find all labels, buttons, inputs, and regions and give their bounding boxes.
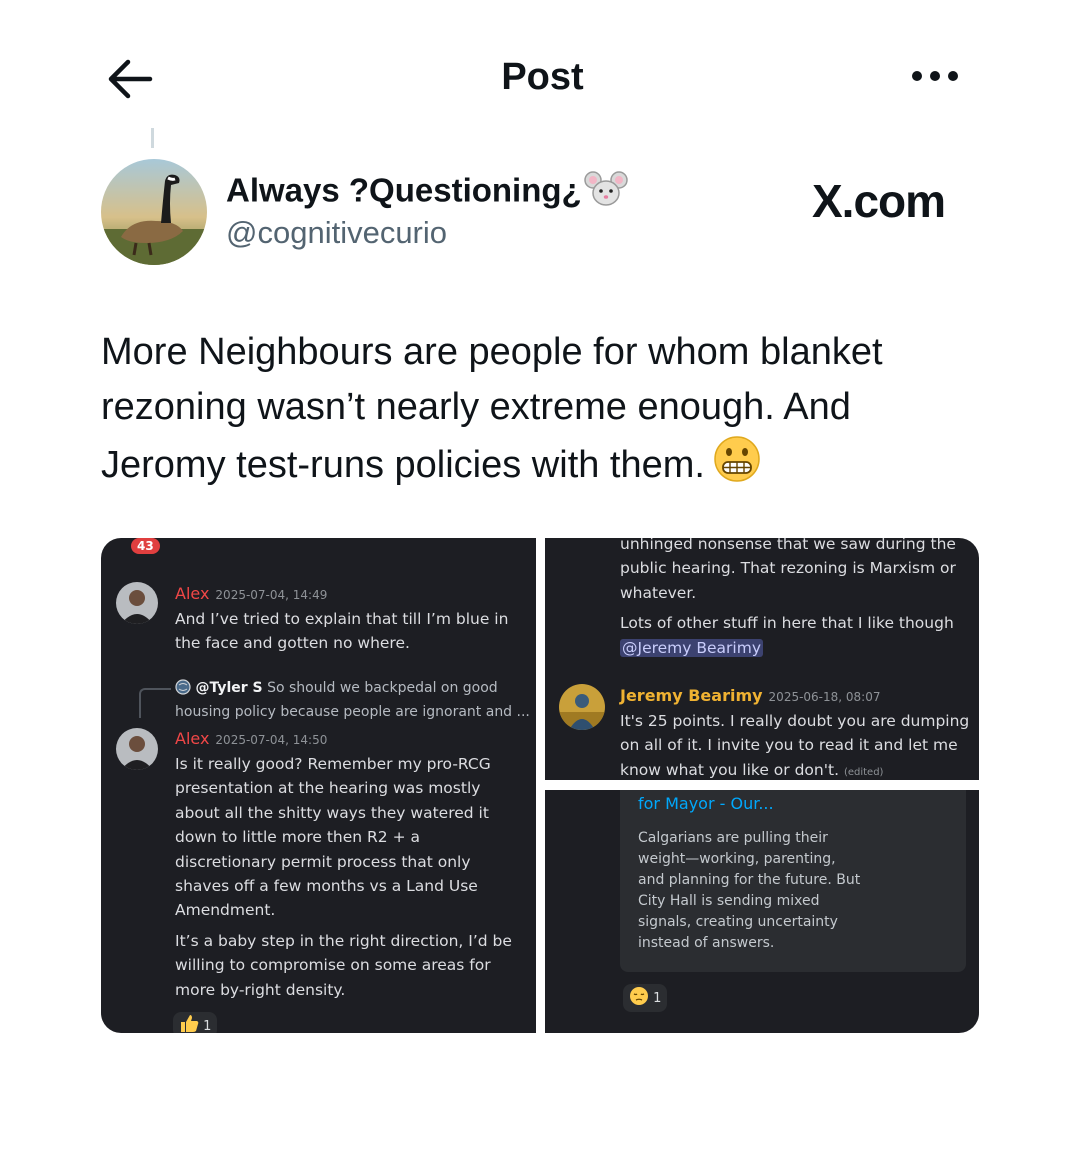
message-timestamp: 2025-07-04, 14:50 [215, 733, 328, 747]
embed-line: Calgarians are pulling their [638, 830, 828, 846]
embed-description: Calgarians are pulling their weight—work… [638, 828, 958, 954]
avatar [116, 728, 158, 770]
reply-preview-line: housing policy because people are ignora… [175, 704, 530, 720]
message-line: shaves off a few months vs a Land Use [175, 877, 478, 896]
reaction-thumbs-up[interactable]: 1 [173, 1012, 218, 1033]
watermark: X.com [812, 175, 946, 227]
more-dots-icon[interactable] [910, 66, 960, 86]
message-line: And I’ve tried to explain that till I’m … [175, 610, 509, 628]
message-text: Is it really good? Remember my pro-RCG p… [175, 752, 530, 1002]
media-grid[interactable]: 43 Alex 2025-07-04, 14:49 And I’ve tried … [101, 538, 979, 1033]
embed-line: City Hall is sending mixed [638, 893, 820, 909]
message-line: public hearing. That rezoning is Marxism… [620, 559, 956, 578]
message-author[interactable]: Jeremy Bearimy [620, 686, 763, 705]
message-timestamp: 2025-07-04, 14:49 [215, 588, 328, 602]
mention[interactable]: @Jeremy Bearimy [620, 638, 763, 657]
avatar [116, 582, 158, 624]
message-header: Alex 2025-07-04, 14:49 [175, 584, 327, 603]
message-line: the face and gotten no where. [175, 634, 410, 653]
message-line: Lots of other stuff in here that I like … [620, 614, 954, 633]
post-text-line: Jeromy test-runs policies with them. [101, 435, 981, 499]
screenshot-top-right[interactable]: unhinged nonsense that we saw during the… [545, 538, 979, 780]
embed-line: and planning for the future. But [638, 872, 861, 888]
avatar [559, 684, 605, 730]
reply-connector [139, 688, 171, 718]
post-text-line: More Neighbours are people for whom blan… [101, 331, 883, 373]
reaction-count: 1 [203, 1019, 212, 1033]
embed-line: signals, creating uncertainty [638, 914, 838, 930]
screenshot-left[interactable]: 43 Alex 2025-07-04, 14:49 And I’ve tried … [101, 538, 536, 1033]
message-line: know what you like or don't. (edited) [620, 760, 884, 779]
message-line: Is it really good? Remember my pro-RCG [175, 755, 491, 773]
message-line: Amendment. [175, 901, 276, 920]
message-line: whatever. [620, 583, 697, 602]
post-text: More Neighbours are people for whom blan… [101, 325, 981, 499]
display-name-text: Always ?Questioning¿ [226, 171, 582, 209]
edited-label: (edited) [843, 766, 884, 778]
pensive-face-icon [629, 986, 649, 1010]
unread-badge: 43 [131, 538, 160, 554]
avatar[interactable] [101, 159, 207, 265]
message-line: It’s a baby step in the right direction,… [175, 931, 512, 950]
message-line: on all of it. I invite you to read it an… [620, 736, 958, 755]
message-author[interactable]: Alex [175, 584, 209, 603]
reaction-pensive[interactable]: 1 [623, 984, 668, 1012]
embed-title[interactable]: for Mayor - Our... [638, 794, 774, 813]
reply-text: So should we backpedal on good [267, 680, 498, 696]
embed-line: weight—working, parenting, [638, 851, 836, 867]
link-embed[interactable]: for Mayor - Our... Calgarians are pullin… [620, 790, 966, 972]
message-line: down to little more then R2 + a [175, 828, 421, 847]
message-author[interactable]: Alex [175, 729, 209, 748]
reaction-count: 1 [653, 991, 662, 1006]
message-line: discretionary permit process that only [175, 852, 471, 871]
reply-preview-line: @Tyler S So should we backpedal on good [175, 678, 530, 702]
reply-author: @Tyler S [195, 680, 263, 696]
message-line: about all the shitty ways they watered i… [175, 803, 489, 822]
reply-preview[interactable]: @Tyler S So should we backpedal on good … [175, 678, 530, 723]
message-text: unhinged nonsense that we saw during the… [620, 538, 970, 660]
mouse-face-icon [583, 170, 628, 216]
message-text: And I’ve tried to explain that till I’m … [175, 607, 525, 656]
message-header: Alex 2025-07-04, 14:50 [175, 729, 327, 748]
post-text-line: rezoning wasn’t nearly extreme enough. A… [101, 386, 851, 428]
message-text: It's 25 points. I really doubt you are d… [620, 709, 975, 780]
message-line: more by-right density. [175, 980, 346, 999]
user-handle[interactable]: @cognitivecurio [226, 215, 447, 251]
message-line: unhinged nonsense that we saw during the [620, 538, 956, 553]
message-line: presentation at the hearing was mostly [175, 779, 481, 798]
display-name[interactable]: Always ?Questioning¿ [226, 170, 628, 216]
message-line: It's 25 points. I really doubt you are d… [620, 712, 970, 730]
grimacing-face-icon [713, 435, 761, 499]
thumbs-up-icon [179, 1014, 199, 1033]
thread-line [151, 128, 154, 148]
message-timestamp: 2025-06-18, 08:07 [768, 690, 881, 704]
message-line: willing to compromise on some areas for [175, 956, 491, 975]
screenshot-bottom-right[interactable]: for Mayor - Our... Calgarians are pullin… [545, 790, 979, 1033]
embed-line: instead of answers. [638, 935, 775, 951]
globe-icon [175, 679, 191, 702]
message-header: Jeremy Bearimy 2025-06-18, 08:07 [620, 686, 881, 705]
